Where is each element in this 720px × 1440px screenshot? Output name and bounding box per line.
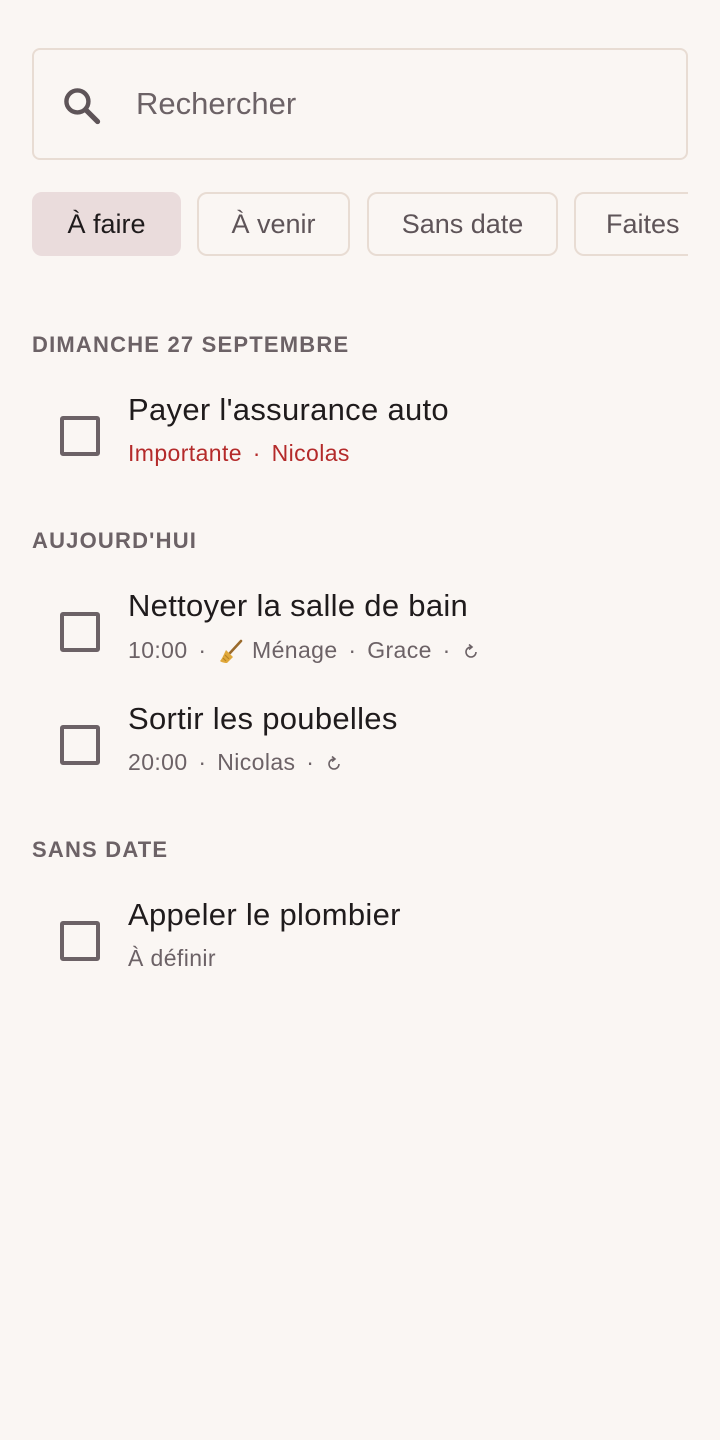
meta-separator: · [252,440,261,466]
task-category: Ménage [252,637,338,663]
repeat-icon [464,643,477,658]
task-title: Nettoyer la salle de bain [128,588,469,623]
filter-chip-a-faire[interactable]: À faire [32,192,181,256]
section-header: AUJOURD'HUI [32,528,198,553]
search-bar[interactable] [32,48,688,160]
broom-icon [220,639,243,663]
task-item[interactable]: Sortir les poubelles 20:00 · Nicolas · [32,701,688,801]
task-note: À définir [128,945,216,971]
section-header: DIMANCHE 27 SEPTEMBRE [32,332,350,357]
task-assignee: Grace [367,637,432,663]
meta-separator: · [442,637,451,663]
task-meta: 10:00 · Ménage · Grace · [128,637,480,666]
task-assignee: Nicolas [217,749,296,775]
task-item[interactable]: Nettoyer la salle de bain 10:00 · Ménage… [32,588,688,688]
task-assignee: Nicolas [271,440,350,466]
task-checkbox[interactable] [60,612,100,652]
task-time: 10:00 [128,637,188,663]
task-checkbox[interactable] [60,416,100,456]
task-checkbox[interactable] [60,725,100,765]
filter-chips: À faire À venir Sans date Faites [32,192,688,256]
section-header: SANS DATE [32,837,169,862]
meta-separator: · [198,637,207,663]
task-meta: 20:00 · Nicolas · [128,749,343,776]
task-meta: Importante · Nicolas [128,440,350,467]
task-checkbox[interactable] [60,921,100,961]
filter-chip-sans-date[interactable]: Sans date [367,192,558,256]
task-priority: Importante [128,440,242,466]
meta-separator: · [198,749,207,775]
meta-separator: · [306,749,315,775]
task-title: Sortir les poubelles [128,701,398,736]
task-title: Payer l'assurance auto [128,392,449,427]
task-item[interactable]: Payer l'assurance auto Importante · Nico… [32,392,688,492]
task-time: 20:00 [128,749,188,775]
task-item[interactable]: Appeler le plombier À définir [32,897,688,997]
filter-chip-a-venir[interactable]: À venir [197,192,350,256]
task-list-screen: À faire À venir Sans date Faites DIMANCH… [0,0,720,1440]
task-title: Appeler le plombier [128,897,401,932]
repeat-icon [328,755,340,770]
search-input[interactable] [136,50,666,158]
meta-separator: · [348,637,357,663]
filter-chip-faites[interactable]: Faites [574,192,688,256]
search-icon [64,88,101,125]
